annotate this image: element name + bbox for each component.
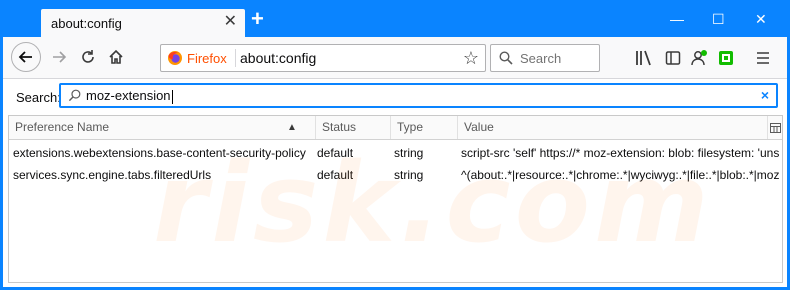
search-input[interactable]: Search [520, 51, 561, 66]
preferences-table: Preference Name ▲ Status Type Value exte… [8, 115, 783, 283]
forward-arrow-icon [53, 51, 67, 63]
column-header-name[interactable]: Preference Name ▲ [9, 116, 315, 139]
reload-icon [82, 50, 94, 63]
menu-button[interactable] [753, 48, 773, 68]
table-row[interactable]: extensions.webextensions.base-content-se… [9, 142, 782, 164]
clear-filter-icon[interactable]: × [761, 87, 769, 103]
library-button[interactable] [634, 48, 654, 68]
cell-name: extensions.webextensions.base-content-se… [13, 146, 306, 160]
cell-status: default [317, 168, 354, 182]
firefox-logo-icon [168, 51, 182, 65]
home-button[interactable] [101, 42, 131, 72]
column-header-status[interactable]: Status [315, 116, 390, 139]
cell-type: string [394, 168, 424, 182]
cell-status: default [317, 146, 354, 160]
column-label: Preference Name [15, 120, 110, 134]
hamburger-menu-icon [757, 52, 769, 64]
new-tab-button[interactable]: + [251, 8, 264, 30]
column-header-type[interactable]: Type [390, 116, 457, 139]
column-picker-button[interactable] [767, 116, 783, 139]
identity-label: Firefox [187, 50, 227, 66]
tab-close-icon[interactable]: ✕ [224, 14, 237, 30]
column-header-value[interactable]: Value [457, 116, 767, 139]
browser-window: about:config ✕ + — ☐ ✕ Firefox about:con… [3, 3, 787, 287]
sidebar-icon [665, 51, 681, 65]
search-label: Search: [16, 90, 61, 105]
search-bar[interactable]: Search [490, 44, 600, 72]
tab-title: about:config [51, 16, 122, 31]
about-config-page: Search: moz-extension × Preference Name … [3, 79, 787, 287]
reload-button[interactable] [73, 42, 103, 72]
table-header: Preference Name ▲ Status Type Value [9, 116, 782, 140]
extension-button[interactable] [716, 48, 736, 68]
tab-strip: about:config ✕ + — ☐ ✕ [3, 3, 787, 37]
close-window-button[interactable]: ✕ [755, 11, 767, 27]
bookmark-star-icon[interactable]: ☆ [463, 48, 479, 68]
table-row[interactable]: services.sync.engine.tabs.filteredUrls d… [9, 164, 782, 186]
search-icon [499, 51, 513, 65]
identity-box[interactable]: Firefox [167, 49, 236, 67]
cell-name: services.sync.engine.tabs.filteredUrls [13, 168, 212, 182]
text-caret [171, 89, 173, 104]
filter-search-icon [68, 89, 81, 102]
filter-input[interactable]: moz-extension [86, 88, 173, 104]
preference-filter[interactable]: moz-extension × [59, 83, 778, 108]
url-bar[interactable]: Firefox about:config ☆ [160, 44, 486, 72]
navigation-toolbar: Firefox about:config ☆ Search [3, 37, 787, 79]
tab-about-config[interactable]: about:config ✕ [41, 9, 245, 37]
cell-type: string [394, 146, 424, 160]
sidebar-button[interactable] [663, 48, 683, 68]
account-icon [691, 50, 707, 66]
minimize-button[interactable]: — [670, 11, 684, 27]
sync-account-button[interactable] [689, 48, 709, 68]
home-icon [109, 49, 123, 64]
sort-ascending-icon: ▲ [287, 122, 297, 133]
url-text[interactable]: about:config [240, 50, 316, 66]
back-arrow-icon [18, 51, 32, 63]
cell-value: ^(about:.*|resource:.*|chrome:.*|wyciwyg… [461, 168, 779, 182]
column-picker-icon [770, 122, 781, 133]
filter-input-text: moz-extension [86, 88, 171, 103]
forward-button[interactable] [44, 42, 74, 72]
cell-value: script-src 'self' https://* moz-extensio… [461, 146, 779, 160]
extension-icon [719, 51, 733, 65]
maximize-button[interactable]: ☐ [712, 11, 725, 27]
back-button[interactable] [11, 42, 41, 72]
library-icon [636, 50, 651, 66]
